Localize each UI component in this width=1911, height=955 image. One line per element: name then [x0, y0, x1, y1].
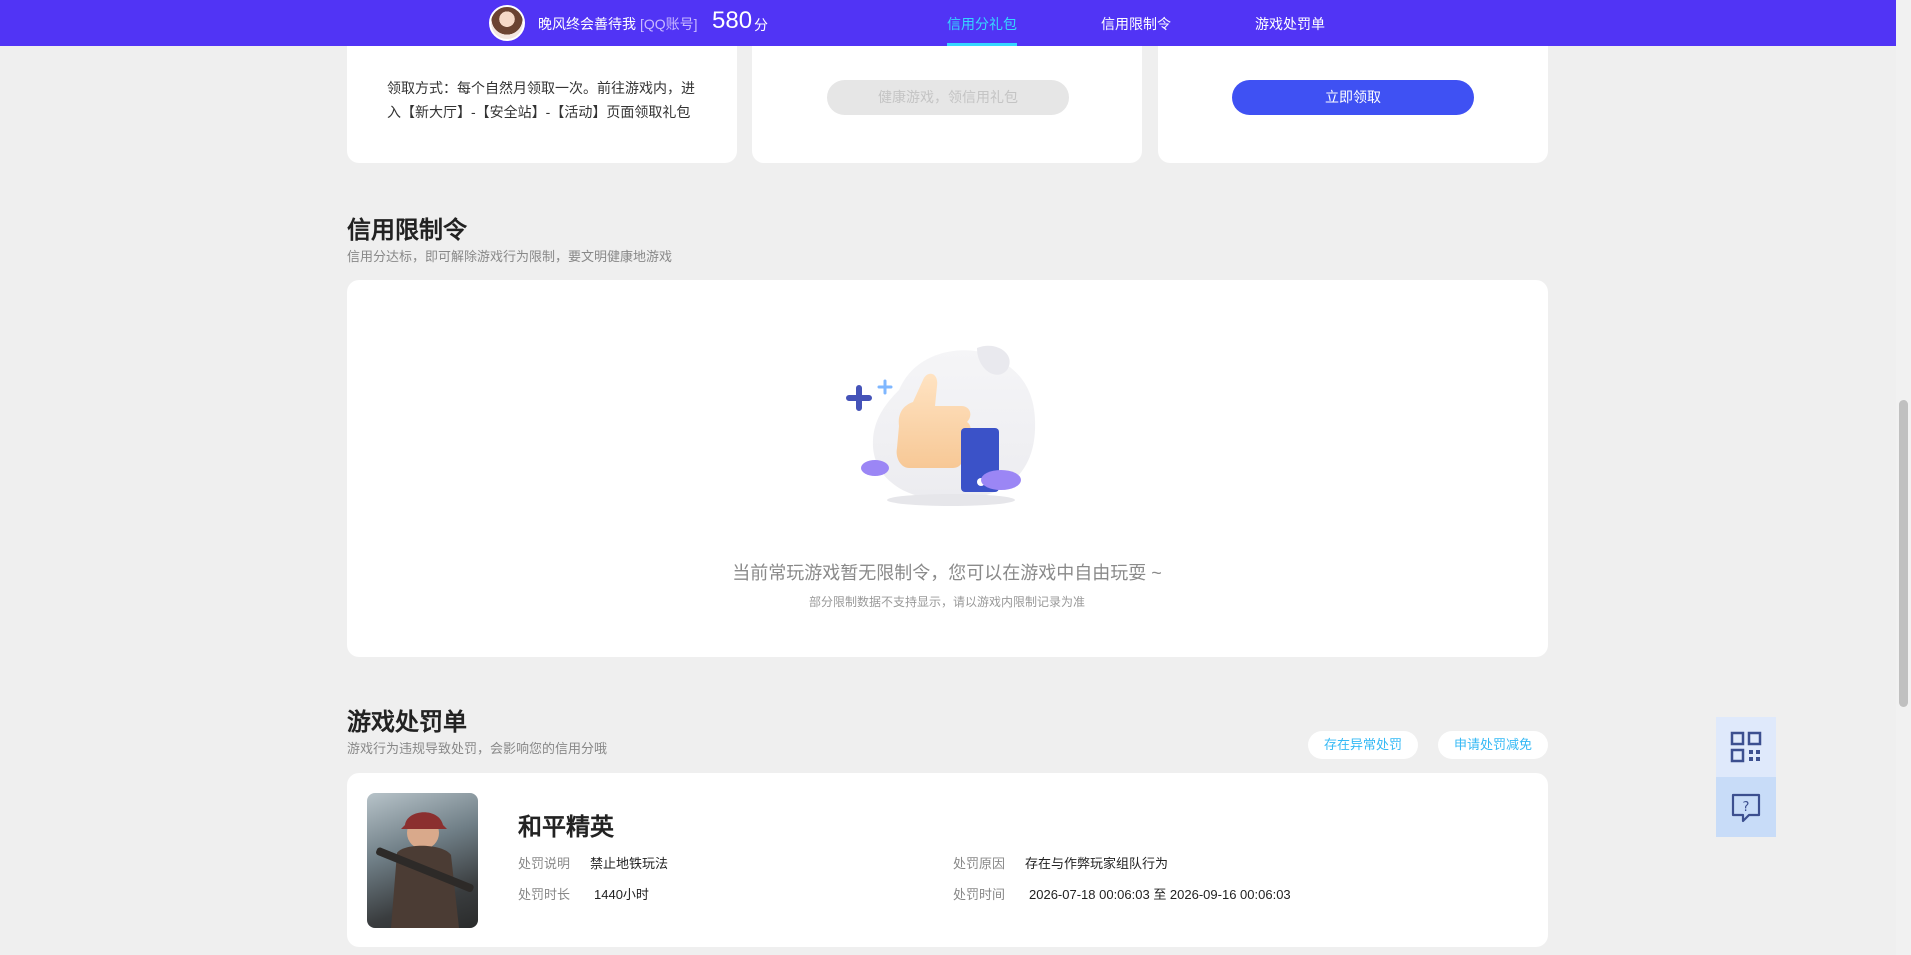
abnormal-penalty-button[interactable]: 存在异常处罚	[1308, 731, 1418, 759]
penalty-duration-label: 处罚时长	[518, 887, 571, 902]
credit-score: 580	[712, 7, 753, 34]
penalty-reason-label: 处罚原因	[953, 856, 1006, 871]
gift-card-locked: 健康游戏，领信用礼包	[752, 46, 1142, 163]
restriction-empty-card: 当前常玩游戏暂无限制令，您可以在游戏中自由玩耍 ~ 部分限制数据不支持显示，请以…	[347, 280, 1548, 657]
claim-now-button[interactable]: 立即领取	[1232, 80, 1474, 115]
apply-penalty-reduction-button[interactable]: 申请处罚减免	[1438, 731, 1548, 759]
penalty-desc-label: 处罚说明	[518, 856, 571, 871]
gift-card-claim: 立即领取	[1158, 46, 1548, 163]
penalty-record-card[interactable]: 和平精英 处罚说明 禁止地铁玩法 处罚原因 存在与作弊玩家组队行为 处罚时长 1…	[347, 773, 1548, 947]
game-cover-image	[367, 793, 478, 928]
help-chat-button[interactable]: ?	[1716, 777, 1776, 837]
gift-card-method: 领取方式：每个自然月领取一次。前往游戏内，进入【新大厅】-【安全站】-【活动】页…	[347, 46, 737, 163]
account-type-label: [QQ账号]	[640, 16, 698, 32]
claim-method-text: 领取方式：每个自然月领取一次。前往游戏内，进入【新大厅】-【安全站】-【活动】页…	[387, 80, 695, 120]
qrcode-icon	[1730, 731, 1762, 763]
penalty-section-subtitle: 游戏行为违规导致处罚，会影响您的信用分哦	[347, 741, 608, 756]
restriction-section-subtitle: 信用分达标，即可解除游戏行为限制，要文明健康地游戏	[347, 249, 673, 264]
penalty-reason-value: 存在与作弊玩家组队行为	[1025, 856, 1169, 871]
help-chat-icon: ?	[1731, 793, 1761, 823]
top-nav-bar: 晚风终会善待我 [QQ账号] 580 分 信用分礼包 信用限制令 游戏处罚单	[0, 0, 1896, 46]
healthy-gaming-button-disabled: 健康游戏，领信用礼包	[827, 80, 1069, 115]
restriction-section-title: 信用限制令	[347, 217, 467, 244]
penalty-desc-value: 禁止地铁玩法	[590, 856, 669, 871]
svg-text:?: ?	[1743, 800, 1750, 815]
tab-game-penalty[interactable]: 游戏处罚单	[1255, 14, 1325, 34]
penalty-time-value: 2026-07-18 00:06:03 至 2026-09-16 00:06:0…	[1029, 887, 1291, 902]
game-name: 和平精英	[518, 814, 614, 841]
qrcode-button[interactable]	[1716, 717, 1776, 777]
thumbs-up-illustration	[846, 345, 1036, 506]
user-name: 晚风终会善待我	[538, 16, 636, 32]
page-scrollbar-thumb[interactable]	[1899, 400, 1908, 707]
penalty-section-title: 游戏处罚单	[347, 709, 467, 736]
penalty-time-label: 处罚时间	[953, 887, 1006, 902]
tab-credit-restriction[interactable]: 信用限制令	[1101, 14, 1171, 34]
tab-credit-gift[interactable]: 信用分礼包	[947, 14, 1017, 34]
avatar[interactable]	[489, 5, 525, 41]
penalty-duration-value: 1440小时	[594, 887, 649, 902]
restriction-data-note: 部分限制数据不支持显示，请以游戏内限制记录为准	[808, 595, 1085, 609]
no-restriction-message: 当前常玩游戏暂无限制令，您可以在游戏中自由玩耍 ~	[732, 563, 1162, 583]
credit-score-unit: 分	[754, 17, 768, 33]
